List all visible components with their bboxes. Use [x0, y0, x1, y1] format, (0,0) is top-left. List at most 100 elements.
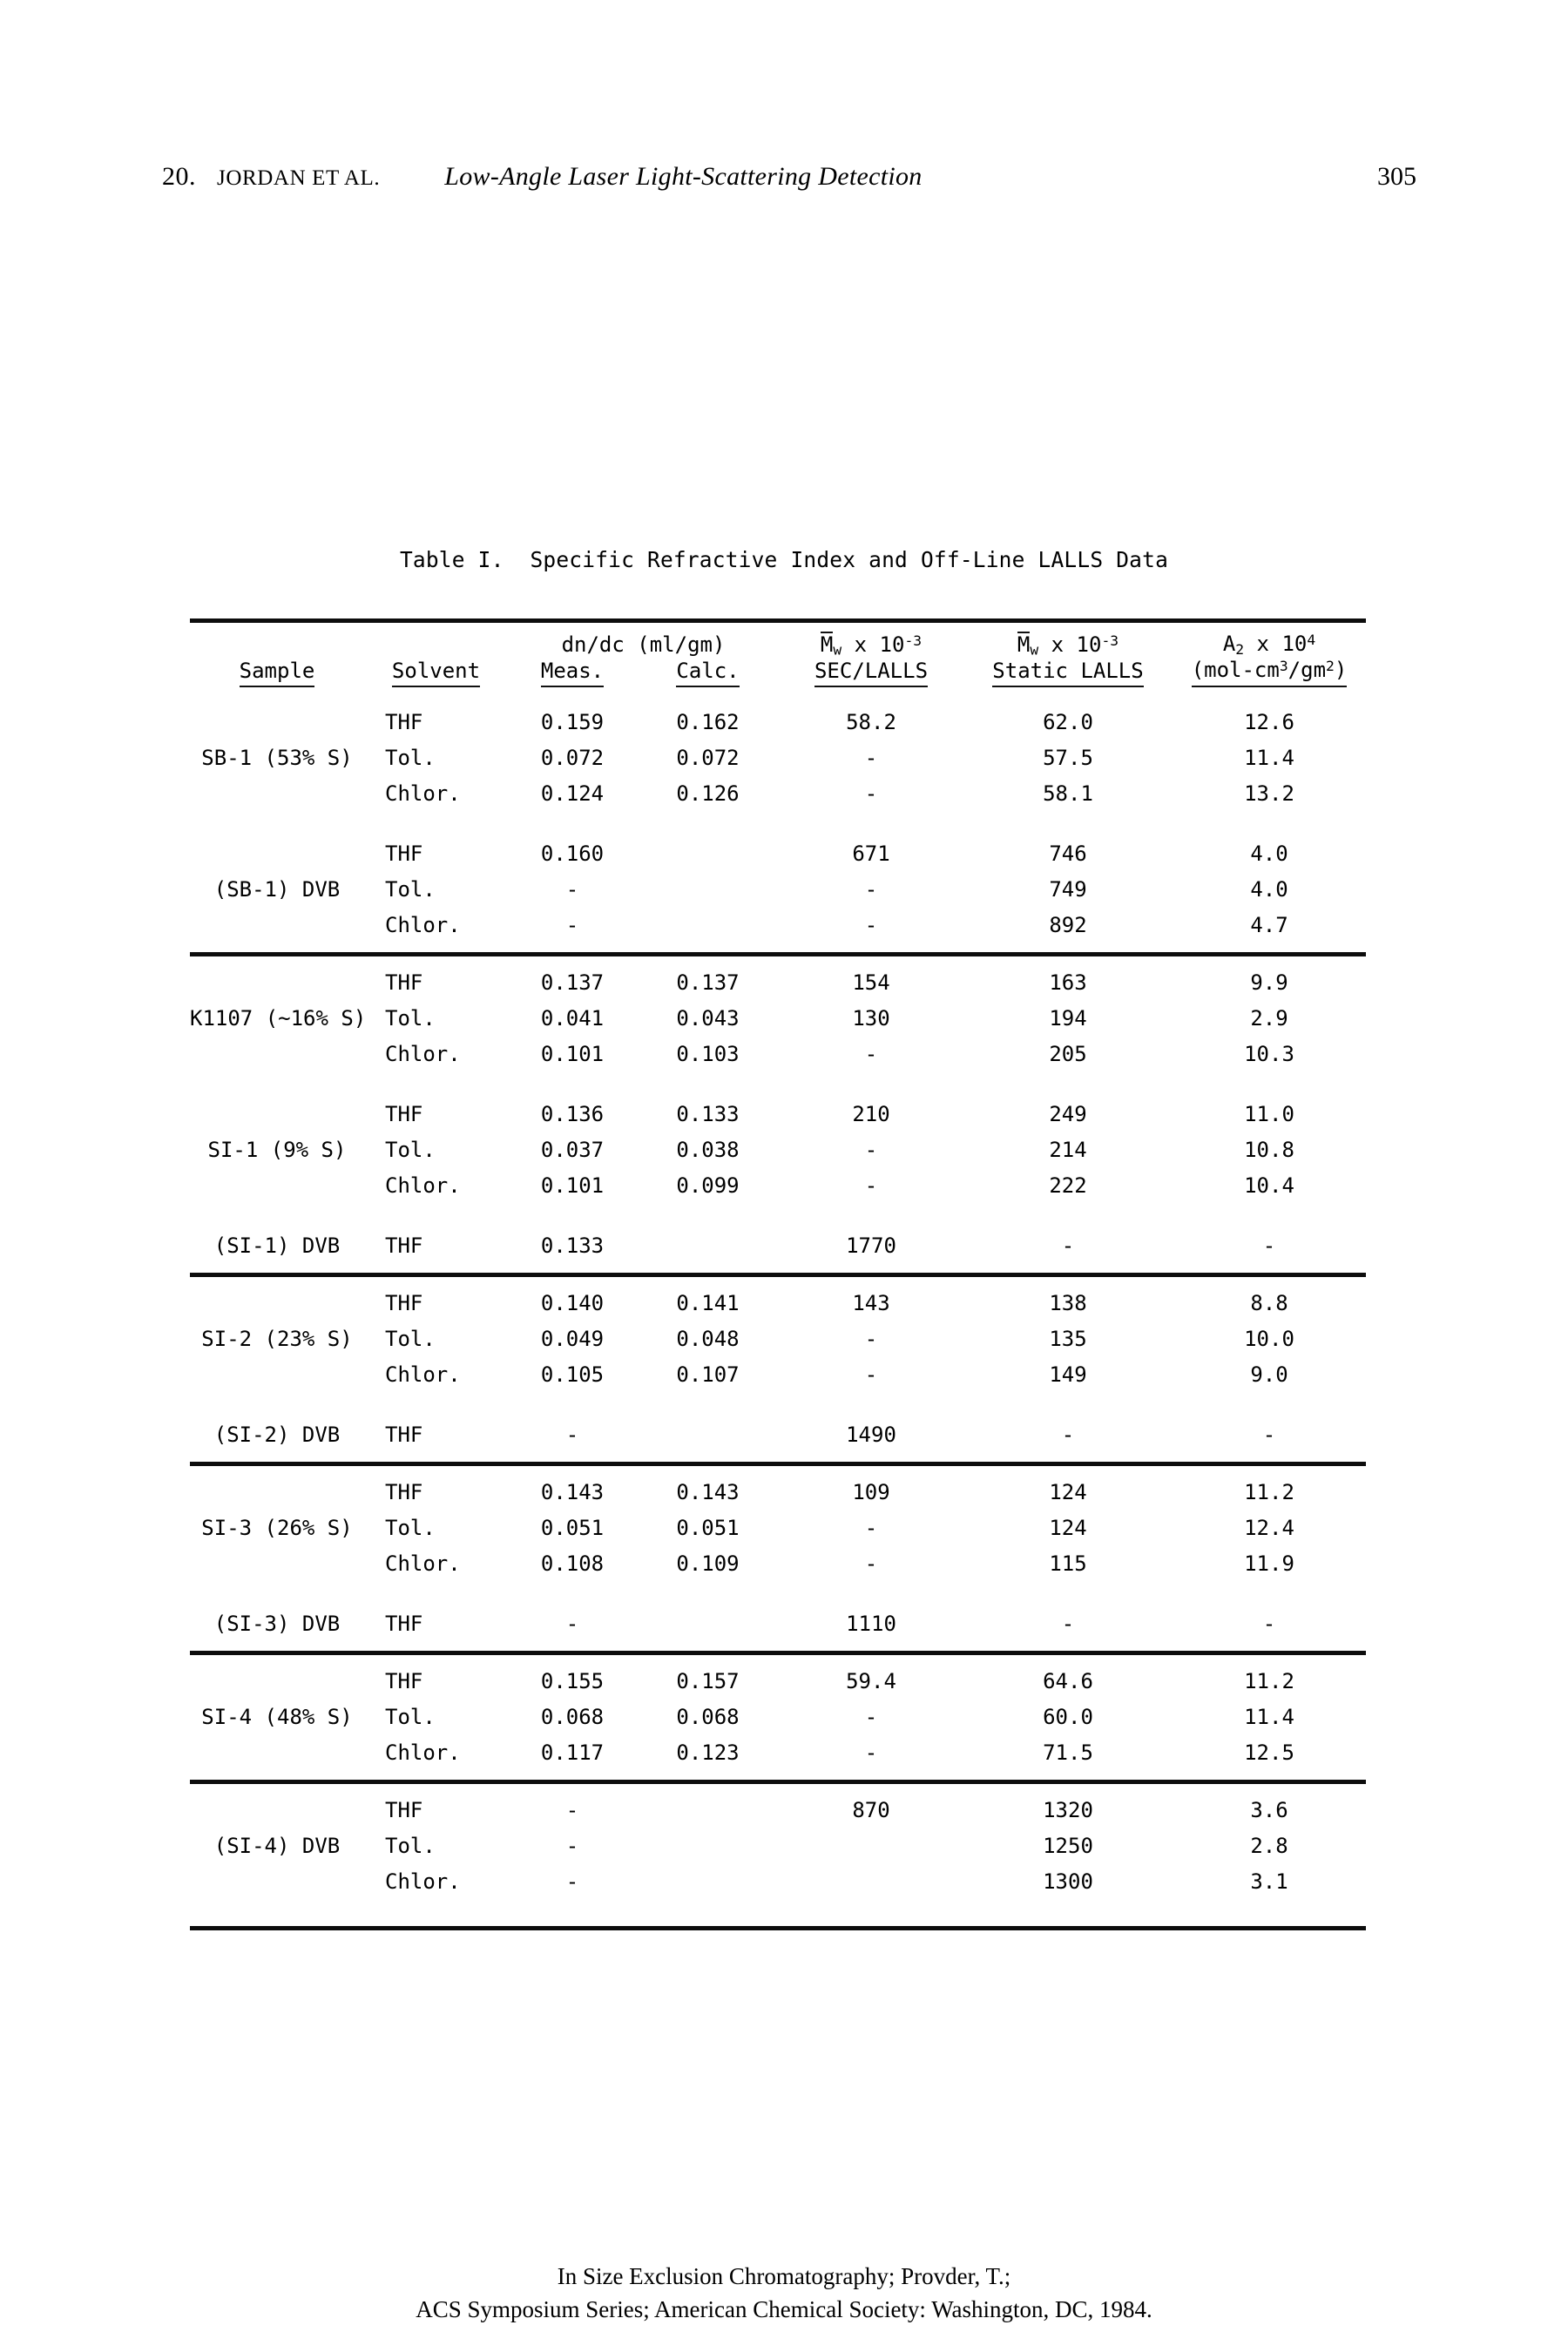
footer-line-2: ACS Symposium Series; American Chemical … — [416, 2296, 1152, 2323]
sample-label: (SI-2) DVB — [213, 1423, 341, 1448]
sample-label: SI-3 (26% S) — [201, 1516, 353, 1541]
table-row: K1107 (~16% S) THF 0.137 0.137 154 163 9.9 — [190, 965, 1366, 1031]
cell-a2: 3.1 — [1250, 1869, 1288, 1895]
cell-meas: 0.105 — [540, 1362, 605, 1388]
column-header-meas: Meas. — [508, 659, 637, 688]
table-row: (SI-1) DVB THF 0.133 1770 - - — [190, 1228, 1366, 1264]
table-row: Chlor. - - 892 4.7 — [190, 908, 1366, 943]
cell-sec-lalls: - — [864, 1173, 878, 1199]
table-row: SI-4 (48% S) THF 0.155 0.157 59.4 64.6 11.2 — [190, 1664, 1366, 1729]
cell-sec-lalls: - — [864, 1516, 878, 1541]
cell-calc — [637, 1417, 779, 1453]
sample-label: (SB-1) DVB — [213, 877, 341, 902]
cell-meas: - — [565, 1834, 579, 1859]
cell-calc: 0.072 — [676, 746, 740, 771]
table-row: (SI-4) DVB THF - 870 1320 3.6 — [190, 1793, 1366, 1858]
cell-meas: 0.136 — [540, 1102, 605, 1127]
cell-calc — [637, 1228, 779, 1264]
cell-sec-lalls: 58.2 — [846, 710, 896, 735]
sample-label: SB-1 (53% S) — [201, 746, 353, 771]
cell-solvent: THF — [385, 841, 423, 867]
cell-a2: - — [1262, 1612, 1276, 1637]
table-row: (SB-1) DVB THF 0.160 671 746 4.0 — [190, 836, 1366, 902]
column-header-static-lalls: Static LALLS — [963, 659, 1173, 688]
table-row: Tol. 0.041 0.043 130 194 2.9 — [190, 1001, 1366, 1037]
cell-sec-lalls: - — [864, 1362, 878, 1388]
cell-a2: 9.9 — [1250, 970, 1288, 996]
cell-meas: 0.051 — [540, 1516, 605, 1541]
cell-calc — [637, 836, 779, 872]
sample-label: (SI-3) DVB — [213, 1612, 341, 1637]
cell-calc — [637, 1793, 779, 1828]
table-rule — [190, 1917, 1366, 1939]
cell-a2: 13.2 — [1244, 781, 1294, 807]
cell-meas: - — [565, 913, 579, 938]
header-group-mw-static: Mw x 10-3 — [1017, 632, 1119, 659]
cell-a2: 4.0 — [1250, 841, 1288, 867]
cell-calc: 0.137 — [676, 970, 740, 996]
cell-a2: 11.2 — [1244, 1669, 1294, 1694]
cell-static-lalls: 1300 — [1043, 1869, 1093, 1895]
cell-static-lalls: 64.6 — [1043, 1669, 1093, 1694]
table-row: Chlor. 0.101 0.103 - 205 10.3 — [190, 1037, 1366, 1072]
cell-sec-lalls: - — [864, 746, 878, 771]
row-spacer — [190, 1072, 1366, 1097]
cell-static-lalls: 222 — [1049, 1173, 1087, 1199]
cell-sec-lalls: 130 — [852, 1006, 890, 1031]
row-spacer — [190, 1393, 1366, 1417]
table-rule — [190, 1453, 1366, 1475]
cell-solvent: Tol. — [385, 746, 436, 771]
table-row: (SI-2) DVB THF - 1490 - - — [190, 1417, 1366, 1453]
table-row: Chlor. 0.101 0.099 - 222 10.4 — [190, 1168, 1366, 1204]
cell-static-lalls: 249 — [1049, 1102, 1087, 1127]
cell-solvent: Chlor. — [385, 913, 461, 938]
cell-solvent: Tol. — [385, 1705, 436, 1730]
table-row: Tol. 0.037 0.038 - 214 10.8 — [190, 1132, 1366, 1168]
cell-solvent: THF — [385, 970, 423, 996]
cell-sec-lalls: - — [864, 1042, 878, 1067]
cell-calc — [637, 1828, 779, 1864]
cell-calc: 0.051 — [676, 1516, 740, 1541]
cell-static-lalls: 62.0 — [1043, 710, 1093, 735]
cell-sec-lalls: 1110 — [846, 1612, 896, 1637]
sample-label: (SI-1) DVB — [213, 1233, 341, 1259]
sample-label: SI-2 (23% S) — [201, 1327, 353, 1352]
cell-calc: 0.103 — [676, 1042, 740, 1067]
cell-calc — [637, 1606, 779, 1642]
cell-a2: 10.3 — [1244, 1042, 1294, 1067]
cell-solvent: THF — [385, 1291, 423, 1316]
cell-meas: 0.108 — [540, 1551, 605, 1577]
cell-solvent: THF — [385, 710, 423, 735]
row-spacer — [190, 1204, 1366, 1228]
header-blank-sample — [190, 632, 364, 659]
cell-static-lalls: 892 — [1049, 913, 1087, 938]
cell-a2: 2.8 — [1250, 1834, 1288, 1859]
cell-static-lalls: 138 — [1049, 1291, 1087, 1316]
cell-a2: 11.9 — [1244, 1551, 1294, 1577]
cell-static-lalls: - — [1061, 1612, 1075, 1637]
cell-meas: 0.140 — [540, 1291, 605, 1316]
cell-calc: 0.126 — [676, 781, 740, 807]
lalls-data-table: dn/dc (ml/gm) Mw x 10-3 Mw x 10-3 A2 x 104 S… — [190, 610, 1366, 1939]
table-row: SI-2 (23% S) THF 0.140 0.141 143 138 8.8 — [190, 1286, 1366, 1351]
cell-calc: 0.133 — [676, 1102, 740, 1127]
cell-sec-lalls: - — [864, 1138, 878, 1163]
cell-calc: 0.038 — [676, 1138, 740, 1163]
cell-solvent: THF — [385, 1102, 423, 1127]
table-row: SI-1 (9% S) THF 0.136 0.133 210 249 11.0 — [190, 1097, 1366, 1162]
cell-meas: 0.159 — [540, 710, 605, 735]
cell-meas: 0.037 — [540, 1138, 605, 1163]
table-caption: Table I. Specific Refractive Index and O… — [399, 547, 1169, 572]
running-head: 20. JORDAN ET AL. Low-Angle Laser Light-… — [162, 162, 1416, 200]
table-row: Chlor. 0.105 0.107 - 149 9.0 — [190, 1357, 1366, 1393]
cell-meas: 0.049 — [540, 1327, 605, 1352]
sample-label: SI-4 (48% S) — [201, 1705, 353, 1730]
table-body: dn/dc (ml/gm) Mw x 10-3 Mw x 10-3 A2 x 104 S… — [190, 610, 1366, 1939]
table-rule — [190, 1264, 1366, 1286]
cell-solvent: Tol. — [385, 1834, 436, 1859]
cell-static-lalls: 214 — [1049, 1138, 1087, 1163]
cell-a2: 4.7 — [1250, 913, 1288, 938]
cell-solvent: THF — [385, 1798, 423, 1823]
cell-calc: 0.123 — [676, 1740, 740, 1766]
table-row: Chlor. 0.124 0.126 - 58.1 13.2 — [190, 776, 1366, 812]
